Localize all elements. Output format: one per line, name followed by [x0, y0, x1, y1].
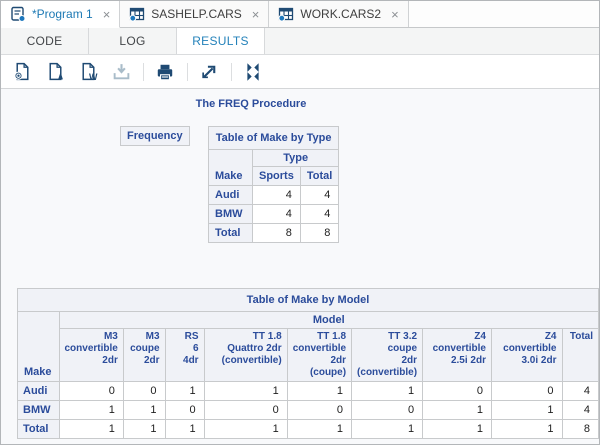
sas-studio-window: *Program 1 × SASHELP.CARS × WORK.CARS2 ×… [0, 0, 600, 445]
procedure-title: The FREQ Procedure [195, 98, 307, 110]
column-header: M3 convertible 2dr [58, 328, 124, 382]
tab-log[interactable]: LOG [89, 28, 177, 54]
table-cell: 1 [490, 400, 563, 420]
table-cell: 1 [490, 419, 563, 439]
table-cell: 0 [203, 400, 288, 420]
table-row: Total 8 8 [208, 223, 340, 243]
frequency-label: Frequency [120, 126, 190, 146]
table-cell: 8 [561, 419, 599, 439]
row-variable-header: Make [17, 311, 60, 382]
table-cell: 8 [252, 223, 301, 243]
table-cell: 1 [164, 381, 205, 401]
table-cell: 4 [299, 185, 340, 205]
table-cell: 0 [422, 381, 492, 401]
program-icon [10, 6, 26, 22]
table-row: BMW 1 1 0 0 0 0 1 1 4 [17, 400, 599, 420]
column-header: M3 coupe 2dr [122, 328, 166, 382]
table-cell: 0 [351, 400, 424, 420]
row-header: Audi [17, 381, 60, 401]
table-row: BMW 4 4 [208, 204, 340, 224]
tab-sashelp-cars[interactable]: SASHELP.CARS × [120, 1, 270, 27]
close-icon[interactable]: × [252, 8, 260, 21]
table-cell: 1 [422, 400, 492, 420]
tab-work-cars2[interactable]: WORK.CARS2 × [269, 1, 409, 27]
table-cell: 1 [58, 400, 124, 420]
make-by-type-table: Table of Make by Type Make Type Sports Total… [207, 126, 340, 243]
table-cell: 1 [203, 381, 288, 401]
close-icon[interactable]: × [391, 8, 399, 21]
table-cell: 0 [490, 381, 563, 401]
table-cell: 0 [164, 400, 205, 420]
column-header: TT 1.8 Quattro 2dr (convertible) [203, 328, 288, 382]
table-cell: 8 [299, 223, 340, 243]
tab-label: *Program 1 [32, 7, 93, 21]
column-header: Total [299, 166, 340, 186]
collapse-icon[interactable] [242, 61, 264, 83]
view-tab-bar: CODE LOG RESULTS [1, 28, 599, 55]
download-pdf-icon[interactable] [44, 61, 66, 83]
tab-label: WORK.CARS2 [300, 7, 382, 21]
download-html-icon[interactable] [11, 61, 33, 83]
table-cell: 1 [422, 419, 492, 439]
close-icon[interactable]: × [103, 8, 111, 21]
table-title: Table of Make by Type [207, 126, 340, 150]
print-icon[interactable] [154, 61, 176, 83]
document-tab-bar: *Program 1 × SASHELP.CARS × WORK.CARS2 × [1, 1, 599, 28]
column-header: RS 6 4dr [164, 328, 205, 382]
table-cell: 1 [122, 400, 166, 420]
row-header: BMW [208, 204, 253, 224]
table-row: Audi 4 4 [208, 185, 340, 205]
table-row: Total 1 1 1 1 1 1 1 1 8 [17, 419, 599, 439]
tab-code[interactable]: CODE [1, 28, 89, 54]
table-cell: 1 [286, 419, 353, 439]
table-icon [129, 6, 145, 22]
tab-bar-spacer [409, 1, 599, 27]
tab-label: SASHELP.CARS [151, 7, 242, 21]
column-variable-header: Model [58, 311, 599, 329]
column-header: Z4 convertible 3.0i 2dr [490, 328, 563, 382]
table-row: Audi 0 0 1 1 1 1 0 0 4 [17, 381, 599, 401]
tab-results[interactable]: RESULTS [177, 28, 265, 54]
row-header: Audi [208, 185, 253, 205]
results-toolbar: W [1, 55, 599, 89]
table-cell: 1 [351, 381, 424, 401]
table-cell: 1 [286, 381, 353, 401]
row-header: Total [17, 419, 60, 439]
table-title: Table of Make by Model [17, 288, 599, 312]
make-by-model-table: Table of Make by Model Make Model M3 conver… [17, 288, 599, 439]
column-header: TT 1.8 convertible 2dr (coupe) [286, 328, 353, 382]
table-cell: 4 [252, 204, 301, 224]
open-new-window-icon[interactable] [198, 61, 220, 83]
table-cell: 1 [351, 419, 424, 439]
row-header: Total [208, 223, 253, 243]
table-cell: 1 [164, 419, 205, 439]
tab-program-1[interactable]: *Program 1 × [1, 1, 121, 28]
table-cell: 4 [561, 400, 599, 420]
column-header: TT 3.2 coupe 2dr (convertible) [351, 328, 424, 382]
column-header: Sports [252, 166, 301, 186]
table-cell: 4 [252, 185, 301, 205]
row-header: BMW [17, 400, 60, 420]
table-cell: 1 [122, 419, 166, 439]
toolbar-separator [231, 62, 232, 81]
column-header: Total [561, 328, 599, 382]
download-rtf-icon[interactable]: W [77, 61, 99, 83]
column-variable-header: Type [251, 149, 340, 167]
table-icon [278, 6, 294, 22]
table-cell: 4 [299, 204, 340, 224]
svg-text:W: W [89, 72, 98, 81]
column-header: Z4 convertible 2.5i 2dr [422, 328, 492, 382]
row-variable-header: Make [208, 149, 253, 186]
toolbar-separator [143, 62, 144, 81]
table-cell: 1 [58, 419, 124, 439]
table-cell: 1 [203, 419, 288, 439]
table-cell: 0 [58, 381, 124, 401]
toolbar-separator [187, 62, 188, 81]
table-cell: 0 [122, 381, 166, 401]
table-cell: 0 [286, 400, 353, 420]
frequency-legend: Frequency [120, 126, 190, 146]
download-icon[interactable] [110, 61, 132, 83]
table-cell: 4 [561, 381, 599, 401]
results-panel: The FREQ Procedure Frequency Table of Ma… [1, 89, 599, 444]
